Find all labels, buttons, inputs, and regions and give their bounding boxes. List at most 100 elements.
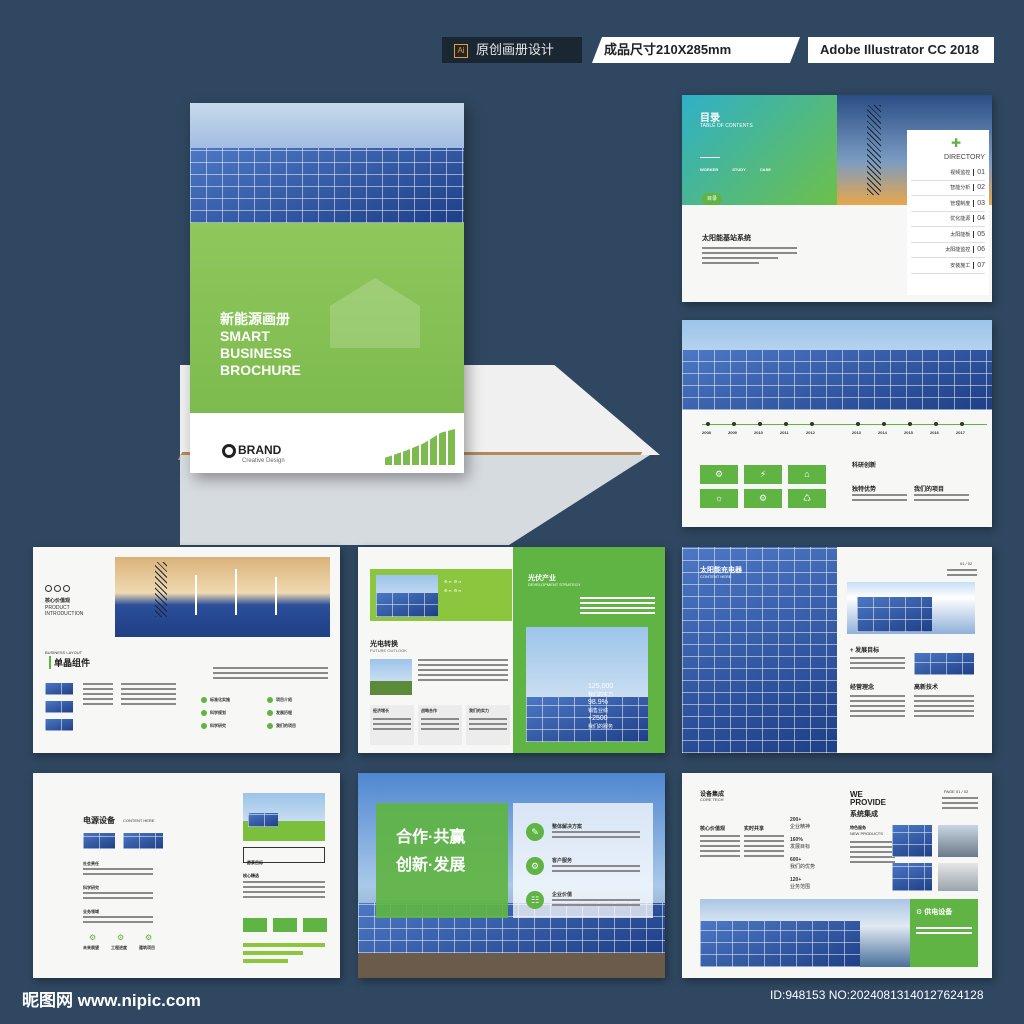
power-item-line — [83, 868, 153, 870]
check-item: 项目介绍 — [267, 697, 292, 703]
directory-item-label: 安装施工 — [950, 262, 971, 269]
charger-page-num: 01 / 02 — [960, 561, 973, 566]
footer-id: ID:948153 NO:20240813140127624128 — [770, 988, 984, 1002]
system-stats: 200+ 企业精神 160% 发展目标 600+ 我们的优势 120+ 业务范围 — [790, 817, 840, 897]
toc-directory: ✚ DIRECTORY 视频监控 01 智能分析 02 管理制度 03 优化能源 04 太阳能板… — [907, 130, 989, 295]
timeline-dot — [960, 422, 964, 426]
cover-solar-image — [190, 103, 464, 223]
timeline-dot — [732, 422, 736, 426]
timeline-label-research: 科研创新 — [852, 463, 877, 469]
brand-logo-icon — [222, 443, 236, 458]
pv-column-line — [373, 723, 411, 725]
product-core-value: 核心价值观 — [45, 598, 71, 604]
system-stat-label: 发展目标 — [790, 844, 811, 850]
power-thumb-2 — [123, 833, 163, 849]
pv-stat3-label: 我们的服务 — [588, 724, 614, 730]
coop-item-icon: ☷ — [526, 891, 544, 909]
coop-slogan-panel: 合作·共赢 创新·发展 — [376, 803, 508, 918]
pv-stat2-value: 98.9% — [588, 699, 608, 706]
cover-title-en-2: BUSINESS — [220, 345, 292, 361]
pv-convert-image — [370, 659, 412, 695]
toc-tab-study: STUDY — [732, 167, 746, 172]
pv-industry-sub: DEVELOPMENT STRATEGY — [528, 582, 581, 587]
timeline-solar-panels — [682, 350, 992, 410]
system-core: 核心价值观 — [700, 826, 726, 832]
power-icon: ⚙ — [117, 933, 125, 942]
power-item-title: 社会责任 — [83, 861, 99, 866]
directory-item: 优化能源 04 — [911, 212, 985, 227]
timeline-dot — [758, 422, 762, 426]
directory-item-num: 01 — [973, 168, 985, 176]
charger-subtitle: CONTENT HERE — [700, 574, 732, 579]
system-new-products: NEW PRODUCTS — [850, 831, 883, 836]
coop-item-list: ✎ 整体解决方案 ⚙ 客户服务 ☷ 企业价值 — [526, 823, 646, 923]
charger-goal: + 发展目标 — [850, 648, 880, 654]
directory-item-num: 07 — [973, 261, 985, 269]
directory-item-num: 06 — [973, 246, 985, 254]
power-item-line — [83, 897, 153, 899]
charger-concept: 经营理念 — [850, 685, 875, 691]
header-tag-original-design: Ai 原创画册设计 — [442, 37, 582, 63]
directory-item: 管理制度 03 — [911, 196, 985, 212]
directory-item-num: 02 — [973, 184, 985, 192]
pv-stat1-value: 125,000 — [588, 683, 614, 690]
wind-turbine — [195, 575, 197, 615]
directory-item: 智能分析 02 — [911, 181, 985, 196]
check-icon — [201, 710, 207, 716]
system-supply-text: 供电设备 — [924, 909, 953, 916]
directory-item: 安装施工 07 — [911, 258, 985, 274]
system-subtitle: CORE TECH — [700, 797, 724, 802]
pv-column-line — [421, 723, 459, 725]
system-page-num: PAGE 01 / 02 — [944, 789, 969, 794]
coop-item-icon: ⚙ — [526, 857, 544, 875]
product-thumb-3 — [45, 719, 73, 731]
check-label: 科学规划 — [210, 710, 226, 715]
system-thumb-1 — [892, 825, 932, 857]
product-tower — [155, 562, 167, 617]
page-timeline: 2008 2009 2010 2011 2012 2013 2014 2015 2016 2017… — [682, 320, 992, 527]
power-icon-label: 建筑项目 — [139, 945, 155, 950]
timeline-year: 2008 — [702, 430, 711, 435]
timeline-tile-icon: ⚙ — [744, 489, 782, 508]
page-pv: ⚙ ▪▪ ⚙ ▪▪ ⚙ ▪▪ ⚙ ▪▪ 光伏产业 DEVELOPMENT STRA… — [358, 547, 665, 753]
pv-column-title: 战略合作 — [421, 708, 437, 713]
system-supply-panel: ⚙ 供电设备 — [910, 899, 978, 967]
footer-logo[interactable]: 昵图网 www.nipic.com — [22, 986, 201, 1011]
directory-item: 太阳能监控 06 — [911, 243, 985, 258]
page-product: 核心价值观 PRODUCT INTRODUCTION BUSINESS LAYO… — [33, 547, 340, 753]
pv-column: 经济增长 — [370, 705, 414, 745]
system-we-provide: WE PROVIDE — [850, 791, 886, 807]
toc-tab-worker: WORKER — [700, 167, 719, 172]
check-item: 科学研究 — [201, 723, 226, 729]
pv-column-title: 我们的实力 — [469, 708, 489, 713]
pv-column-line — [373, 728, 411, 730]
timeline-tile-icon: ⚙ — [700, 465, 738, 484]
power-item-line — [83, 892, 153, 894]
toc-paragraph — [702, 247, 797, 267]
pv-column-line — [373, 718, 411, 720]
system-stat-label: 我们的优势 — [790, 864, 816, 870]
power-item-line — [83, 921, 153, 923]
power-item-title: 科学研究 — [83, 885, 99, 890]
coop-item-title: 整体解决方案 — [552, 824, 583, 830]
system-thumb-4 — [938, 863, 978, 891]
toc-section-title: 太阳能基站系统 — [702, 235, 751, 242]
system-cn-title: 系统集成 — [850, 811, 878, 818]
power-icon-row: ⚙ 未来展望 ⚙ 工程进度 ⚙ 建筑项目 — [83, 933, 168, 963]
system-stat-label: 企业精神 — [790, 824, 811, 830]
pv-column-title: 经济增长 — [373, 708, 389, 713]
power-tower — [867, 105, 881, 195]
header-tag-size: 成品尺寸210X285mm — [592, 37, 800, 63]
directory-item-label: 太阳能监控 — [945, 247, 971, 254]
directory-list: 视频监控 01 智能分析 02 管理制度 03 优化能源 04 太阳能板 05 太阳能监控 06 安装施… — [911, 165, 985, 274]
page-charger: 太阳能充电器 CONTENT HERE 01 / 02 + 发展目标 经营理念 … — [682, 547, 992, 753]
directory-label: DIRECTORY — [944, 154, 985, 161]
power-subtitle: CONTENT HERE — [123, 818, 155, 823]
power-green-tiles — [243, 918, 327, 932]
coop-slogan-1: 合作·共赢 — [396, 829, 466, 846]
power-icon-label: 工程进度 — [111, 945, 127, 950]
power-icon: ⚙ — [145, 933, 153, 942]
power-core: 核心精选 — [243, 873, 259, 878]
wind-turbine-2 — [235, 569, 237, 615]
check-icon — [201, 697, 207, 703]
